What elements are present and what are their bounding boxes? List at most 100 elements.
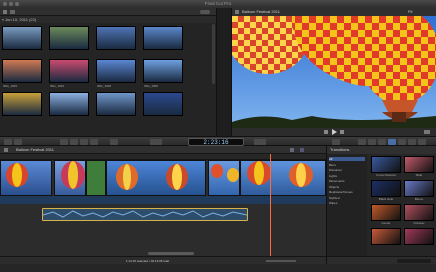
transition-thumbnail[interactable]: [404, 204, 434, 221]
photos-icon[interactable]: [10, 10, 15, 14]
append-button[interactable]: [80, 139, 88, 145]
snapping-icon[interactable]: [290, 148, 294, 152]
storyline-audio[interactable]: [0, 196, 326, 204]
window-title: Final Cut Pro: [204, 1, 232, 6]
timeline-scrollbar[interactable]: [148, 252, 194, 255]
enhance-button[interactable]: [254, 139, 266, 145]
close-window-icon[interactable]: [3, 2, 7, 6]
generators-browser-button[interactable]: [408, 139, 416, 145]
transition-thumbnail[interactable]: [371, 204, 401, 221]
overwrite-button[interactable]: [90, 139, 98, 145]
zoom-window-icon[interactable]: [15, 2, 19, 6]
transition-label: Center: [381, 222, 391, 225]
transition-category[interactable]: Replicator/Clones: [329, 190, 365, 194]
play-icon[interactable]: [332, 129, 337, 135]
clip-label: IMG_1046: [50, 84, 65, 88]
timeline: Balloon Festival 2011 1:14:15 selected •…: [0, 146, 326, 264]
clip-thumbnail[interactable]: [143, 59, 183, 83]
clip-thumbnail[interactable]: [2, 92, 42, 116]
browser-scrollbar[interactable]: [212, 24, 215, 84]
clip-thumbnail[interactable]: [96, 59, 136, 83]
clip-thumbnail[interactable]: [96, 92, 136, 116]
viewer-header: Balloon Festival 2011 Fit: [232, 8, 436, 16]
viewer-icon: [235, 10, 239, 14]
clip-label: IMG_1048: [97, 84, 112, 88]
transition-category[interactable]: All: [329, 157, 365, 161]
clip-label: IMG_1050: [144, 84, 159, 88]
skimming-icon[interactable]: [300, 148, 304, 152]
transition-label: Checker: [413, 222, 425, 225]
transition-category[interactable]: Wipes: [329, 201, 365, 205]
inspector-button[interactable]: [332, 139, 340, 145]
event-browser: ▾ Jun 10, 2011 (22) 1 of 22 selected, 10…: [0, 8, 216, 144]
transitions-footer: [327, 256, 436, 264]
clip-thumbnail[interactable]: [49, 59, 89, 83]
transition-label: Cross Dissolve: [375, 174, 396, 177]
clip-label: IMG_1045: [3, 84, 18, 88]
music-browser-button[interactable]: [378, 139, 386, 145]
timeline-clip[interactable]: [240, 160, 326, 196]
toolbar: 2:23:16: [0, 136, 436, 146]
primary-storyline: [0, 160, 326, 196]
transition-category[interactable]: Blurs: [329, 163, 365, 167]
effects-browser-button[interactable]: [358, 139, 366, 145]
timeline-footer: 1:14:15 selected • 02:13:06 total: [0, 256, 326, 264]
audio-meter-button[interactable]: [150, 139, 162, 145]
transition-thumbnail[interactable]: [371, 180, 401, 197]
viewer: Balloon Festival 2011 Fit: [232, 8, 436, 136]
timeline-zoom-slider[interactable]: [266, 260, 296, 262]
transition-thumbnail[interactable]: [404, 228, 434, 245]
transition-thumbnail[interactable]: [371, 228, 401, 245]
transitions-browser-button[interactable]: [388, 139, 396, 145]
minimize-window-icon[interactable]: [9, 2, 13, 6]
transition-thumbnail[interactable]: [404, 156, 434, 173]
titles-browser-button[interactable]: [398, 139, 406, 145]
playhead[interactable]: [270, 154, 271, 260]
timecode-display[interactable]: 2:23:16: [188, 138, 244, 146]
date-label: Jun 10, 2011: [5, 17, 28, 22]
transition-category[interactable]: Movements: [329, 179, 365, 183]
fullscreen-icon[interactable]: [424, 130, 430, 134]
transition-thumbnail[interactable]: [404, 180, 434, 197]
pane-divider[interactable]: [216, 8, 232, 136]
play-back-icon[interactable]: [324, 130, 328, 134]
date-group-header[interactable]: ▾ Jun 10, 2011 (22): [0, 16, 216, 23]
transition-category[interactable]: Lights: [329, 174, 365, 178]
transitions-browser: Transitions All Blurs Dissolves Lights Movem…: [326, 146, 436, 264]
connected-audio-clip[interactable]: [42, 208, 248, 221]
clip-thumbnail[interactable]: [2, 59, 42, 83]
clip-thumbnail[interactable]: [49, 92, 89, 116]
transitions-search-field[interactable]: [397, 259, 431, 263]
clip-thumbnail[interactable]: [2, 26, 42, 50]
clip-thumbnail[interactable]: [96, 26, 136, 50]
timeline-clip[interactable]: [208, 160, 240, 196]
viewer-frame[interactable]: [232, 16, 436, 128]
viewer-zoom[interactable]: Fit: [408, 8, 412, 16]
timeline-history-icon[interactable]: [4, 148, 8, 152]
timeline-clip[interactable]: [86, 160, 106, 196]
transition-category[interactable]: Objects: [329, 185, 365, 189]
library-toggle-icon[interactable]: [3, 10, 7, 14]
bottom-bar: [0, 264, 436, 272]
transition-thumbnail[interactable]: [371, 156, 401, 173]
clip-thumbnail[interactable]: [143, 26, 183, 50]
play-forward-icon[interactable]: [340, 130, 344, 134]
select-tool-button[interactable]: [110, 139, 118, 145]
import-button[interactable]: [4, 139, 12, 145]
timeline-clip[interactable]: [106, 160, 206, 196]
themes-browser-button[interactable]: [418, 139, 426, 145]
timeline-clip[interactable]: [0, 160, 52, 196]
transition-label: Bloom: [414, 198, 424, 201]
transition-category[interactable]: Stylized: [329, 196, 365, 200]
keyword-button[interactable]: [14, 139, 22, 145]
clip-thumbnail[interactable]: [49, 26, 89, 50]
connect-button[interactable]: [60, 139, 68, 145]
photos-browser-button[interactable]: [368, 139, 376, 145]
insert-button[interactable]: [70, 139, 78, 145]
transition-category[interactable]: Dissolves: [329, 168, 365, 172]
title-bar: Final Cut Pro: [0, 0, 436, 8]
clip-thumbnail[interactable]: [143, 92, 183, 116]
timeline-clip[interactable]: [54, 160, 86, 196]
browser-search-icon[interactable]: [200, 10, 210, 14]
transition-label: Slide: [415, 174, 423, 177]
